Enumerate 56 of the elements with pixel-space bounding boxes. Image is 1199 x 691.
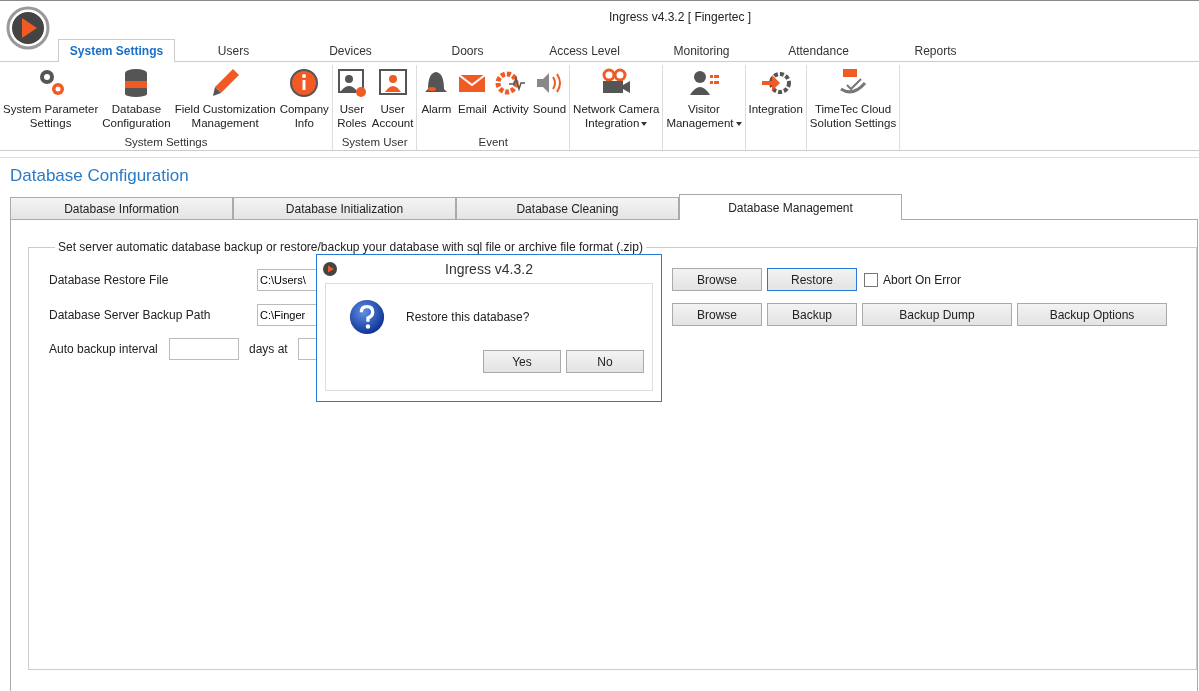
- ribbon-tab[interactable]: System Settings: [58, 39, 175, 62]
- ribbon-button[interactable]: Database Configuration: [100, 67, 173, 136]
- checkbox-label: Abort On Error: [883, 272, 962, 287]
- ribbon-tab[interactable]: Doors: [409, 39, 526, 61]
- caret-icon: [735, 121, 742, 126]
- ribbon-button[interactable]: Email: [454, 67, 491, 136]
- field-label: Database Restore File: [49, 272, 170, 287]
- question-icon: [348, 298, 386, 336]
- interval-field[interactable]: [169, 338, 239, 360]
- page-tab[interactable]: Database Cleaning: [456, 197, 679, 220]
- group-title: Set server automatic database backup or restore/backup your database with sql file or archive file format (.zip): [57, 240, 644, 254]
- dialog-title: Ingress v4.3.2: [445, 261, 533, 277]
- ribbon-button[interactable]: Alarm: [418, 67, 455, 136]
- ribbon-tab[interactable]: Monitoring: [643, 39, 760, 61]
- action-button[interactable]: Backup: [767, 303, 857, 326]
- app-logo-icon[interactable]: [6, 6, 50, 50]
- ribbon-group-label: Event: [477, 136, 509, 150]
- ribbon-tab[interactable]: Devices: [292, 39, 409, 61]
- ribbon-button[interactable]: System Parameter Settings: [1, 67, 101, 136]
- action-button[interactable]: Backup Options: [1017, 303, 1167, 326]
- ribbon-button[interactable]: TimeTec Cloud Solution Settings: [807, 67, 899, 150]
- action-button[interactable]: Browse: [672, 303, 762, 326]
- dialog-button[interactable]: Yes: [483, 350, 561, 373]
- ribbon-button[interactable]: User Account: [369, 67, 416, 136]
- ribbon-tab[interactable]: Attendance: [760, 39, 877, 61]
- ribbon-tab[interactable]: Reports: [877, 39, 994, 61]
- app-logo-icon: [323, 262, 337, 276]
- info-icon: [288, 67, 321, 99]
- page-tab[interactable]: Database Initialization: [233, 197, 456, 220]
- ribbon-button[interactable]: User Roles: [333, 67, 370, 136]
- window-title: Ingress v4.3.2 [ Fingertec ]: [609, 10, 752, 24]
- ribbon-tab[interactable]: Access Level: [526, 39, 643, 61]
- field-label: Auto backup interval: [49, 342, 159, 356]
- ribbon-button[interactable]: Integration: [746, 67, 805, 150]
- ribbon-tab[interactable]: Users: [175, 39, 292, 61]
- page-tab[interactable]: Database Information: [10, 197, 233, 220]
- dialog-button[interactable]: No: [566, 350, 644, 373]
- ribbon-button[interactable]: Network Camera Integration: [571, 67, 662, 150]
- ribbon-button[interactable]: Sound: [530, 67, 569, 136]
- ribbon-button[interactable]: Activity: [490, 67, 531, 136]
- ribbon-button[interactable]: Field Customization Management: [172, 67, 278, 136]
- unit-label: days at: [249, 342, 288, 356]
- action-button[interactable]: Browse: [672, 268, 762, 291]
- checkbox[interactable]: [864, 272, 878, 287]
- ribbon-button[interactable]: Visitor Management: [664, 67, 744, 150]
- ribbon-group-label: System User: [340, 136, 409, 150]
- action-button[interactable]: Backup Dump: [862, 303, 1012, 326]
- dialog-message: Restore this database?: [406, 310, 530, 324]
- ribbon-group-label: System Settings: [123, 136, 209, 150]
- caret-icon: [641, 121, 648, 126]
- action-button[interactable]: Restore: [767, 268, 857, 291]
- page-title: Database Configuration: [10, 165, 190, 187]
- ribbon-button[interactable]: Company Info: [277, 67, 331, 136]
- user-gear-icon: [335, 67, 368, 99]
- field-label: Database Server Backup Path: [49, 307, 212, 322]
- page-tab[interactable]: Database Management: [679, 194, 902, 220]
